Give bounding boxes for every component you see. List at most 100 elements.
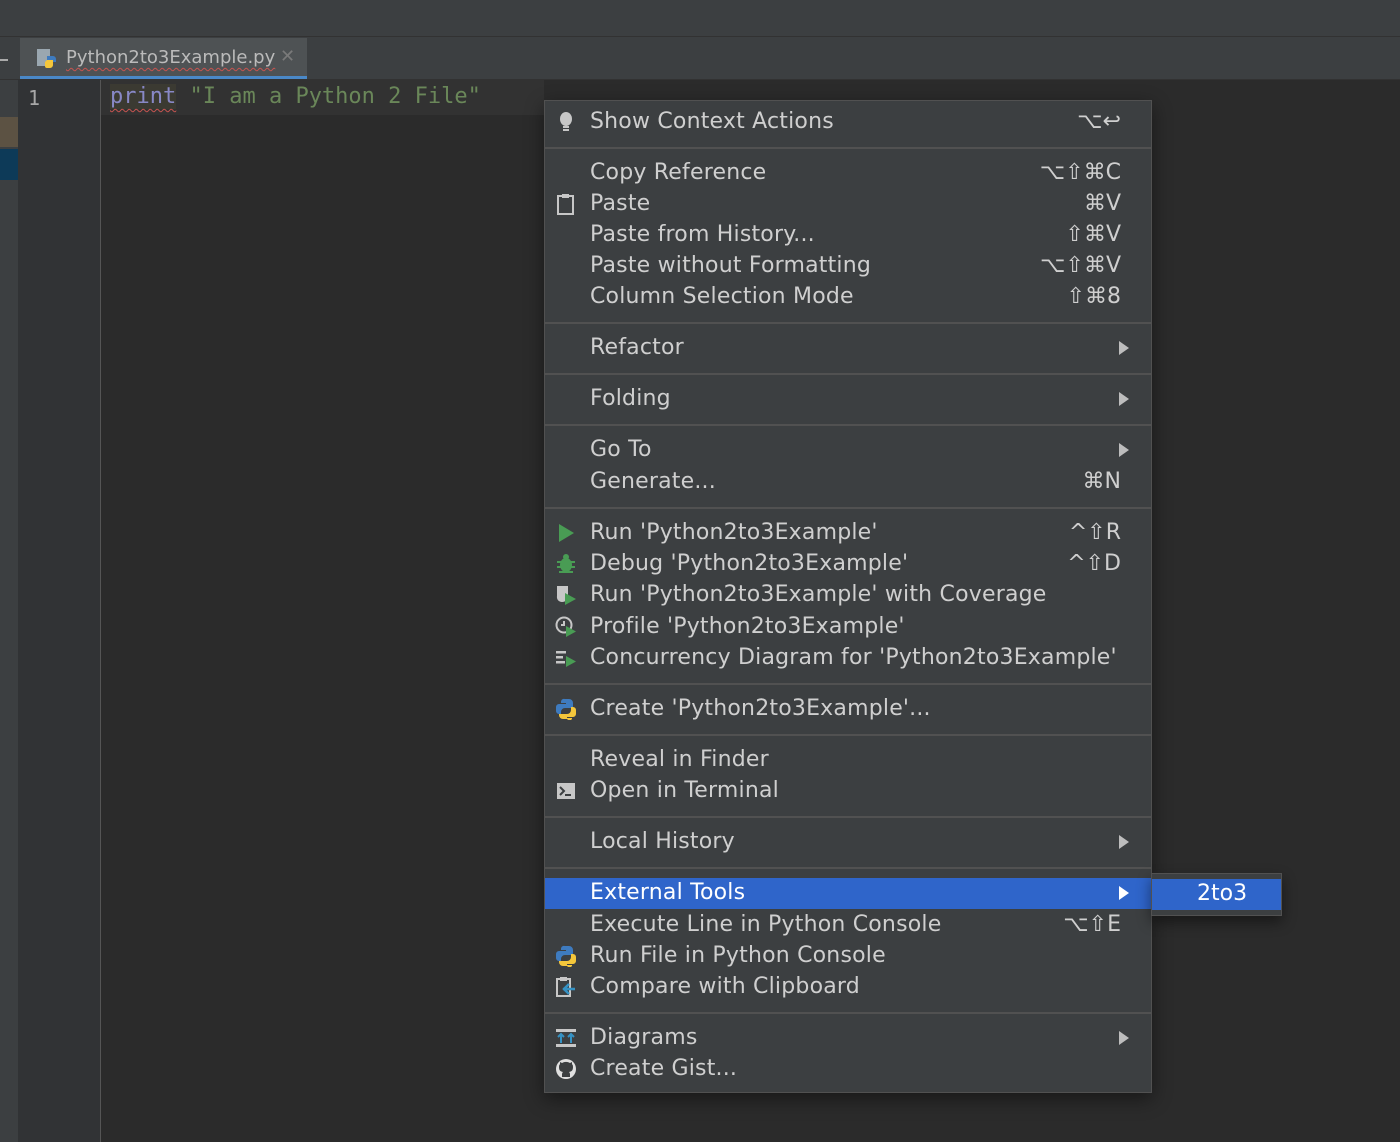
strip-marker-selected	[0, 149, 18, 180]
menu-separator	[545, 147, 1151, 149]
menu-label: Generate...	[590, 469, 716, 494]
coverage-icon	[555, 584, 577, 606]
submenu-arrow-icon	[1119, 1031, 1129, 1045]
title-bar	[0, 0, 1400, 37]
menu-item-go-to[interactable]: Go To	[545, 435, 1151, 466]
submenu-label: 2to3	[1197, 881, 1248, 906]
menu-item-run[interactable]: Run 'Python2to3Example' ^⇧R	[545, 518, 1151, 549]
menu-separator	[545, 683, 1151, 685]
submenu-arrow-icon	[1119, 341, 1129, 355]
menu-label: Local History	[590, 829, 735, 854]
code-string: "I am a Python 2 File"	[189, 84, 481, 109]
menu-label: Run 'Python2to3Example' with Coverage	[590, 582, 1047, 607]
code-line-1[interactable]: print "I am a Python 2 File"	[110, 84, 481, 109]
submenu-arrow-icon	[1119, 886, 1129, 900]
menu-item-concurrency-diagram[interactable]: Concurrency Diagram for 'Python2to3Examp…	[545, 643, 1151, 674]
profile-clock-icon	[555, 616, 577, 638]
menu-label: Run 'Python2to3Example'	[590, 520, 878, 545]
tab-filename: Python2to3Example.py	[66, 47, 276, 68]
line-gutter: 1	[18, 80, 101, 1142]
lightbulb-icon	[555, 111, 577, 133]
menu-label: Create 'Python2to3Example'...	[590, 696, 931, 721]
strip-marker	[0, 117, 18, 147]
left-tool-strip	[0, 80, 18, 1142]
menu-label: Show Context Actions	[590, 109, 834, 134]
bug-icon	[555, 553, 577, 575]
diagram-icon	[555, 1027, 577, 1049]
menu-label: Compare with Clipboard	[590, 974, 860, 999]
python-logo-icon	[555, 698, 577, 721]
menu-item-local-history[interactable]: Local History	[545, 827, 1151, 858]
menu-item-show-context-actions[interactable]: Show Context Actions ⌥↩	[545, 107, 1151, 138]
menu-shortcut: ⇧⌘V	[1065, 222, 1121, 247]
github-icon	[555, 1058, 577, 1080]
menu-item-refactor[interactable]: Refactor	[545, 333, 1151, 364]
menu-label: Copy Reference	[590, 160, 767, 185]
menu-item-open-in-terminal[interactable]: Open in Terminal	[545, 776, 1151, 807]
menu-label: Paste	[590, 191, 651, 216]
menu-item-profile[interactable]: Profile 'Python2to3Example'	[545, 612, 1151, 643]
menu-item-create-run-config[interactable]: Create 'Python2to3Example'...	[545, 694, 1151, 725]
code-keyword: print	[110, 84, 177, 109]
menu-label: Reveal in Finder	[590, 747, 769, 772]
menu-label: Create Gist...	[590, 1056, 738, 1081]
submenu-arrow-icon	[1119, 835, 1129, 849]
menu-label: Concurrency Diagram for 'Python2to3Examp…	[590, 645, 1117, 670]
menu-label: Refactor	[590, 335, 684, 360]
line-number: 1	[28, 86, 41, 110]
menu-separator	[545, 424, 1151, 426]
clipboard-icon	[555, 193, 577, 215]
menu-item-generate[interactable]: Generate... ⌘N	[545, 467, 1151, 498]
run-icon	[555, 522, 577, 544]
tab-scroll-marker	[0, 59, 8, 61]
python-file-icon	[36, 48, 58, 70]
menu-shortcut: ^⇧D	[1067, 551, 1121, 576]
menu-shortcut: ⌘N	[1082, 469, 1121, 494]
menu-shortcut: ⌥⇧⌘V	[1040, 253, 1121, 278]
menu-item-create-gist[interactable]: Create Gist...	[545, 1054, 1151, 1085]
menu-shortcut: ⌘V	[1083, 191, 1121, 216]
concurrency-icon	[555, 647, 577, 669]
menu-label: Folding	[590, 386, 671, 411]
menu-item-paste-without-formatting[interactable]: Paste without Formatting ⌥⇧⌘V	[545, 251, 1151, 282]
menu-label: Execute Line in Python Console	[590, 912, 942, 937]
editor-context-menu: Show Context Actions ⌥↩ Copy Reference ⌥…	[544, 100, 1152, 1093]
menu-label: Run File in Python Console	[590, 943, 886, 968]
menu-item-copy-reference[interactable]: Copy Reference ⌥⇧⌘C	[545, 158, 1151, 189]
menu-shortcut: ⌥⇧⌘C	[1039, 160, 1121, 185]
menu-shortcut: ^⇧R	[1068, 520, 1121, 545]
menu-item-paste-from-history[interactable]: Paste from History... ⇧⌘V	[545, 220, 1151, 251]
close-icon[interactable]: ✕	[280, 46, 295, 67]
menu-item-external-tools[interactable]: External Tools	[545, 878, 1151, 909]
menu-label: Paste from History...	[590, 222, 815, 247]
menu-separator	[545, 373, 1151, 375]
menu-shortcut: ⌥↩	[1077, 109, 1121, 134]
menu-label: External Tools	[590, 880, 746, 905]
menu-item-compare-with-clipboard[interactable]: Compare with Clipboard	[545, 972, 1151, 1003]
editor-tab-python2to3example[interactable]: Python2to3Example.py ✕	[20, 38, 307, 79]
menu-item-debug[interactable]: Debug 'Python2to3Example' ^⇧D	[545, 549, 1151, 580]
menu-separator	[545, 867, 1151, 869]
submenu-arrow-icon	[1119, 392, 1129, 406]
menu-label: Profile 'Python2to3Example'	[590, 614, 905, 639]
menu-item-folding[interactable]: Folding	[545, 384, 1151, 415]
menu-label: Paste without Formatting	[590, 253, 872, 278]
menu-item-run-file-in-console[interactable]: Run File in Python Console	[545, 941, 1151, 972]
menu-label: Open in Terminal	[590, 778, 779, 803]
menu-item-execute-line-in-console[interactable]: Execute Line in Python Console ⌥⇧E	[545, 910, 1151, 941]
menu-separator	[545, 734, 1151, 736]
menu-item-paste[interactable]: Paste ⌘V	[545, 189, 1151, 220]
python-logo-icon	[555, 945, 577, 968]
menu-item-column-selection-mode[interactable]: Column Selection Mode ⇧⌘8	[545, 282, 1151, 313]
menu-shortcut: ⌥⇧E	[1063, 912, 1121, 937]
menu-label: Column Selection Mode	[590, 284, 854, 309]
menu-item-run-with-coverage[interactable]: Run 'Python2to3Example' with Coverage	[545, 580, 1151, 611]
terminal-icon	[555, 780, 577, 802]
menu-item-diagrams[interactable]: Diagrams	[545, 1023, 1151, 1054]
menu-separator	[545, 1012, 1151, 1014]
menu-label: Diagrams	[590, 1025, 698, 1050]
menu-separator	[545, 507, 1151, 509]
menu-item-reveal-in-finder[interactable]: Reveal in Finder	[545, 745, 1151, 776]
submenu-item-2to3[interactable]: 2to3	[1152, 879, 1281, 910]
menu-separator	[545, 816, 1151, 818]
